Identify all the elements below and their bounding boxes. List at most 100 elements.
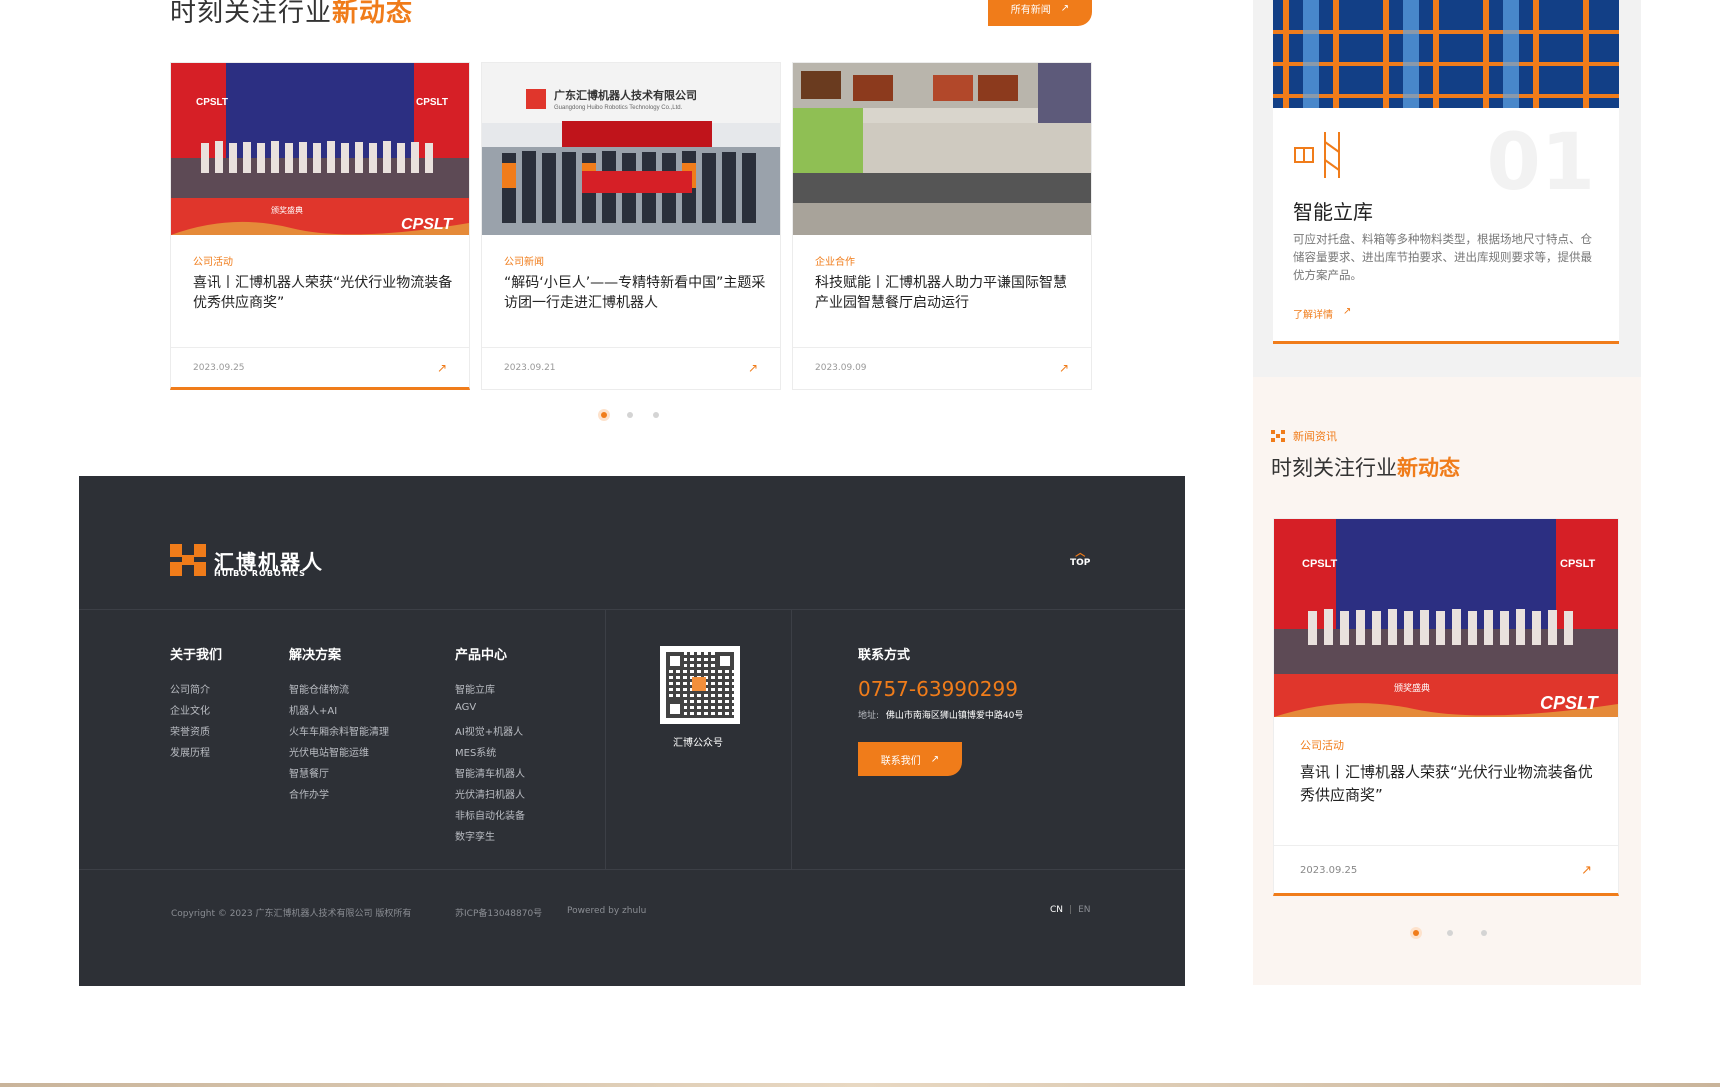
phone-number[interactable]: 0757-63990299 (858, 677, 1018, 701)
news-photo: CPSLT CPSLT 颁奖盛典 CPSLT (1274, 519, 1618, 717)
news-card[interactable]: CPSLT CPSLT 颁奖盛典 CPSLT 公司活动 喜讯丨汇博机器人荣获“光… (170, 62, 470, 390)
logo-mark-icon[interactable] (170, 544, 206, 576)
svg-text:CPSLT: CPSLT (1540, 693, 1600, 713)
powered-by-link[interactable]: Powered by zhulu (567, 906, 646, 916)
footer-link[interactable]: AI视觉+机器人 (455, 723, 523, 738)
logo-mark-icon (1271, 430, 1285, 442)
news-category: 公司活动 (1300, 739, 1344, 752)
lang-cn[interactable]: CN (1050, 905, 1063, 915)
divider (79, 869, 1185, 870)
footer-link[interactable]: 智能立库 (455, 681, 495, 696)
footer-link[interactable]: 发展历程 (170, 744, 210, 759)
svg-text:CPSLT: CPSLT (416, 97, 448, 108)
learn-more-link[interactable]: 了解详情 ↗ (1293, 306, 1351, 321)
divider (1274, 845, 1618, 846)
svg-text:CPSLT: CPSLT (1302, 558, 1338, 570)
news-title[interactable]: 科技赋能丨汇博机器人助力平谦国际智慧产业园智慧餐厅启动运行 (815, 273, 1077, 313)
shelf-icon (1293, 130, 1345, 184)
product-description: 可应对托盘、料箱等多种物料类型，根据场地尺寸特点、仓储容量要求、进出库节拍要求、… (1293, 232, 1592, 282)
divider (171, 347, 469, 348)
footer-link[interactable]: 火车车厢余料智能清理 (289, 723, 389, 738)
icp-link[interactable]: 苏ICP备13048870号 (455, 906, 542, 919)
lang-separator: | (1069, 905, 1073, 915)
back-to-top-button[interactable]: ︿ TOP (1070, 548, 1090, 569)
divider (482, 347, 780, 348)
arrow-up-right-icon[interactable]: ↗ (748, 361, 758, 375)
carousel-pagination (1413, 930, 1487, 936)
product-number: 01 (1486, 118, 1595, 208)
svg-text:广东汇博机器人技术有限公司: 广东汇博机器人技术有限公司 (554, 88, 697, 102)
carousel-pagination (601, 412, 659, 418)
news-photo (793, 63, 1091, 235)
arrow-up-right-icon[interactable]: ↗ (437, 361, 447, 375)
carousel-dot[interactable] (653, 412, 659, 418)
divider (605, 609, 606, 869)
svg-text:Guangdong Huibo Robotics Techn: Guangdong Huibo Robotics Technology Co.,… (554, 105, 683, 111)
site-footer: 汇博机器人 HUIBO ROBOTICS ︿ TOP 关于我们 解决方案 产品中… (79, 476, 1185, 986)
footer-link[interactable]: 智慧餐厅 (289, 765, 329, 780)
news-card[interactable]: CPSLT CPSLT 颁奖盛典 CPSLT 公司活动 喜讯丨汇博机器人荣获“光… (1273, 518, 1619, 896)
mobile-preview: 01 智能立库 可应对托盘、料箱等多种物料类型，根据场地尺寸特点、仓储容量要求、… (1253, 0, 1641, 985)
address-label: 地址: (858, 711, 880, 721)
footer-heading-products: 产品中心 (455, 648, 508, 663)
news-category: 企业合作 (815, 257, 855, 268)
footer-link[interactable]: AGV (455, 702, 476, 713)
news-category: 公司活动 (193, 257, 233, 268)
arrow-up-right-icon[interactable]: ↗ (1059, 361, 1069, 375)
all-news-button[interactable]: 所有新闻 ↗ (988, 0, 1092, 26)
footer-link[interactable]: MES系统 (455, 744, 496, 759)
footer-link[interactable]: 荣誉资质 (170, 723, 210, 738)
footer-link[interactable]: 机器人+AI (289, 702, 337, 717)
divider (79, 609, 1185, 610)
chevron-up-icon: ︿ (1075, 548, 1086, 559)
footer-link[interactable]: 企业文化 (170, 702, 210, 717)
product-card[interactable]: 01 智能立库 可应对托盘、料箱等多种物料类型，根据场地尺寸特点、仓储容量要求、… (1273, 0, 1619, 344)
news-photo: CPSLT CPSLT 颁奖盛典 CPSLT (171, 63, 469, 235)
footer-link[interactable]: 合作办学 (289, 786, 329, 801)
divider (793, 347, 1091, 348)
svg-text:CPSLT: CPSLT (196, 97, 228, 108)
qr-label: 汇博公众号 (673, 738, 723, 749)
news-photo: 广东汇博机器人技术有限公司 Guangdong Huibo Robotics T… (482, 63, 780, 235)
footer-link[interactable]: 数字孪生 (455, 828, 495, 843)
news-title[interactable]: 喜讯丨汇博机器人荣获“光伏行业物流装备优秀供应商奖” (1300, 761, 1600, 807)
carousel-dot[interactable] (1481, 930, 1487, 936)
news-date: 2023.09.25 (1300, 865, 1358, 876)
footer-link[interactable]: 非标自动化装备 (455, 807, 525, 822)
carousel-dot[interactable] (1447, 930, 1453, 936)
news-section-title: 时刻关注行业新动态 (170, 0, 414, 28)
mobile-product-section: 01 智能立库 可应对托盘、料箱等多种物料类型，根据场地尺寸特点、仓储容量要求、… (1253, 0, 1641, 377)
carousel-dot[interactable] (627, 412, 633, 418)
arrow-up-right-icon: ↗ (1343, 306, 1352, 317)
news-card[interactable]: 广东汇博机器人技术有限公司 Guangdong Huibo Robotics T… (481, 62, 781, 390)
footer-heading-solutions: 解决方案 (289, 648, 342, 663)
svg-text:CPSLT: CPSLT (1560, 558, 1596, 570)
logo-subtext: HUIBO ROBOTICS (214, 569, 306, 578)
news-title[interactable]: “解码‘小巨人’——专精特新看中国”主题采访团一行走进汇博机器人 (504, 273, 766, 313)
news-date: 2023.09.25 (193, 363, 245, 373)
divider (791, 609, 792, 869)
footer-heading-about: 关于我们 (170, 648, 223, 663)
footer-link[interactable]: 智能仓储物流 (289, 681, 349, 696)
news-title[interactable]: 喜讯丨汇博机器人荣获“光伏行业物流装备优秀供应商奖” (193, 273, 455, 313)
contact-heading: 联系方式 (858, 648, 911, 663)
arrow-up-right-icon: ↗ (1060, 2, 1070, 14)
footer-link[interactable]: 智能清车机器人 (455, 765, 525, 780)
news-date: 2023.09.09 (815, 363, 867, 373)
qr-code (660, 646, 740, 724)
footer-link[interactable]: 光伏电站智能运维 (289, 744, 369, 759)
address-row: 地址: 佛山市南海区狮山镇博爱中路40号 (858, 708, 1023, 721)
footer-link[interactable]: 公司简介 (170, 681, 210, 696)
lang-en[interactable]: EN (1078, 905, 1090, 915)
carousel-dot[interactable] (1413, 930, 1419, 936)
arrow-up-right-icon[interactable]: ↗ (1581, 863, 1592, 878)
address-value: 佛山市南海区狮山镇博爱中路40号 (885, 711, 1024, 721)
news-card[interactable]: 企业合作 科技赋能丨汇博机器人助力平谦国际智慧产业园智慧餐厅启动运行 2023.… (792, 62, 1092, 390)
section-tag: 新闻资讯 (1271, 428, 1337, 444)
arrow-up-right-icon: ↗ (930, 753, 940, 765)
carousel-dot[interactable] (601, 412, 607, 418)
svg-text:颁奖盛典: 颁奖盛典 (1394, 682, 1430, 694)
footer-link[interactable]: 光伏清扫机器人 (455, 786, 525, 801)
product-title: 智能立库 (1293, 200, 1373, 224)
contact-us-button[interactable]: 联系我们 ↗ (858, 742, 962, 776)
